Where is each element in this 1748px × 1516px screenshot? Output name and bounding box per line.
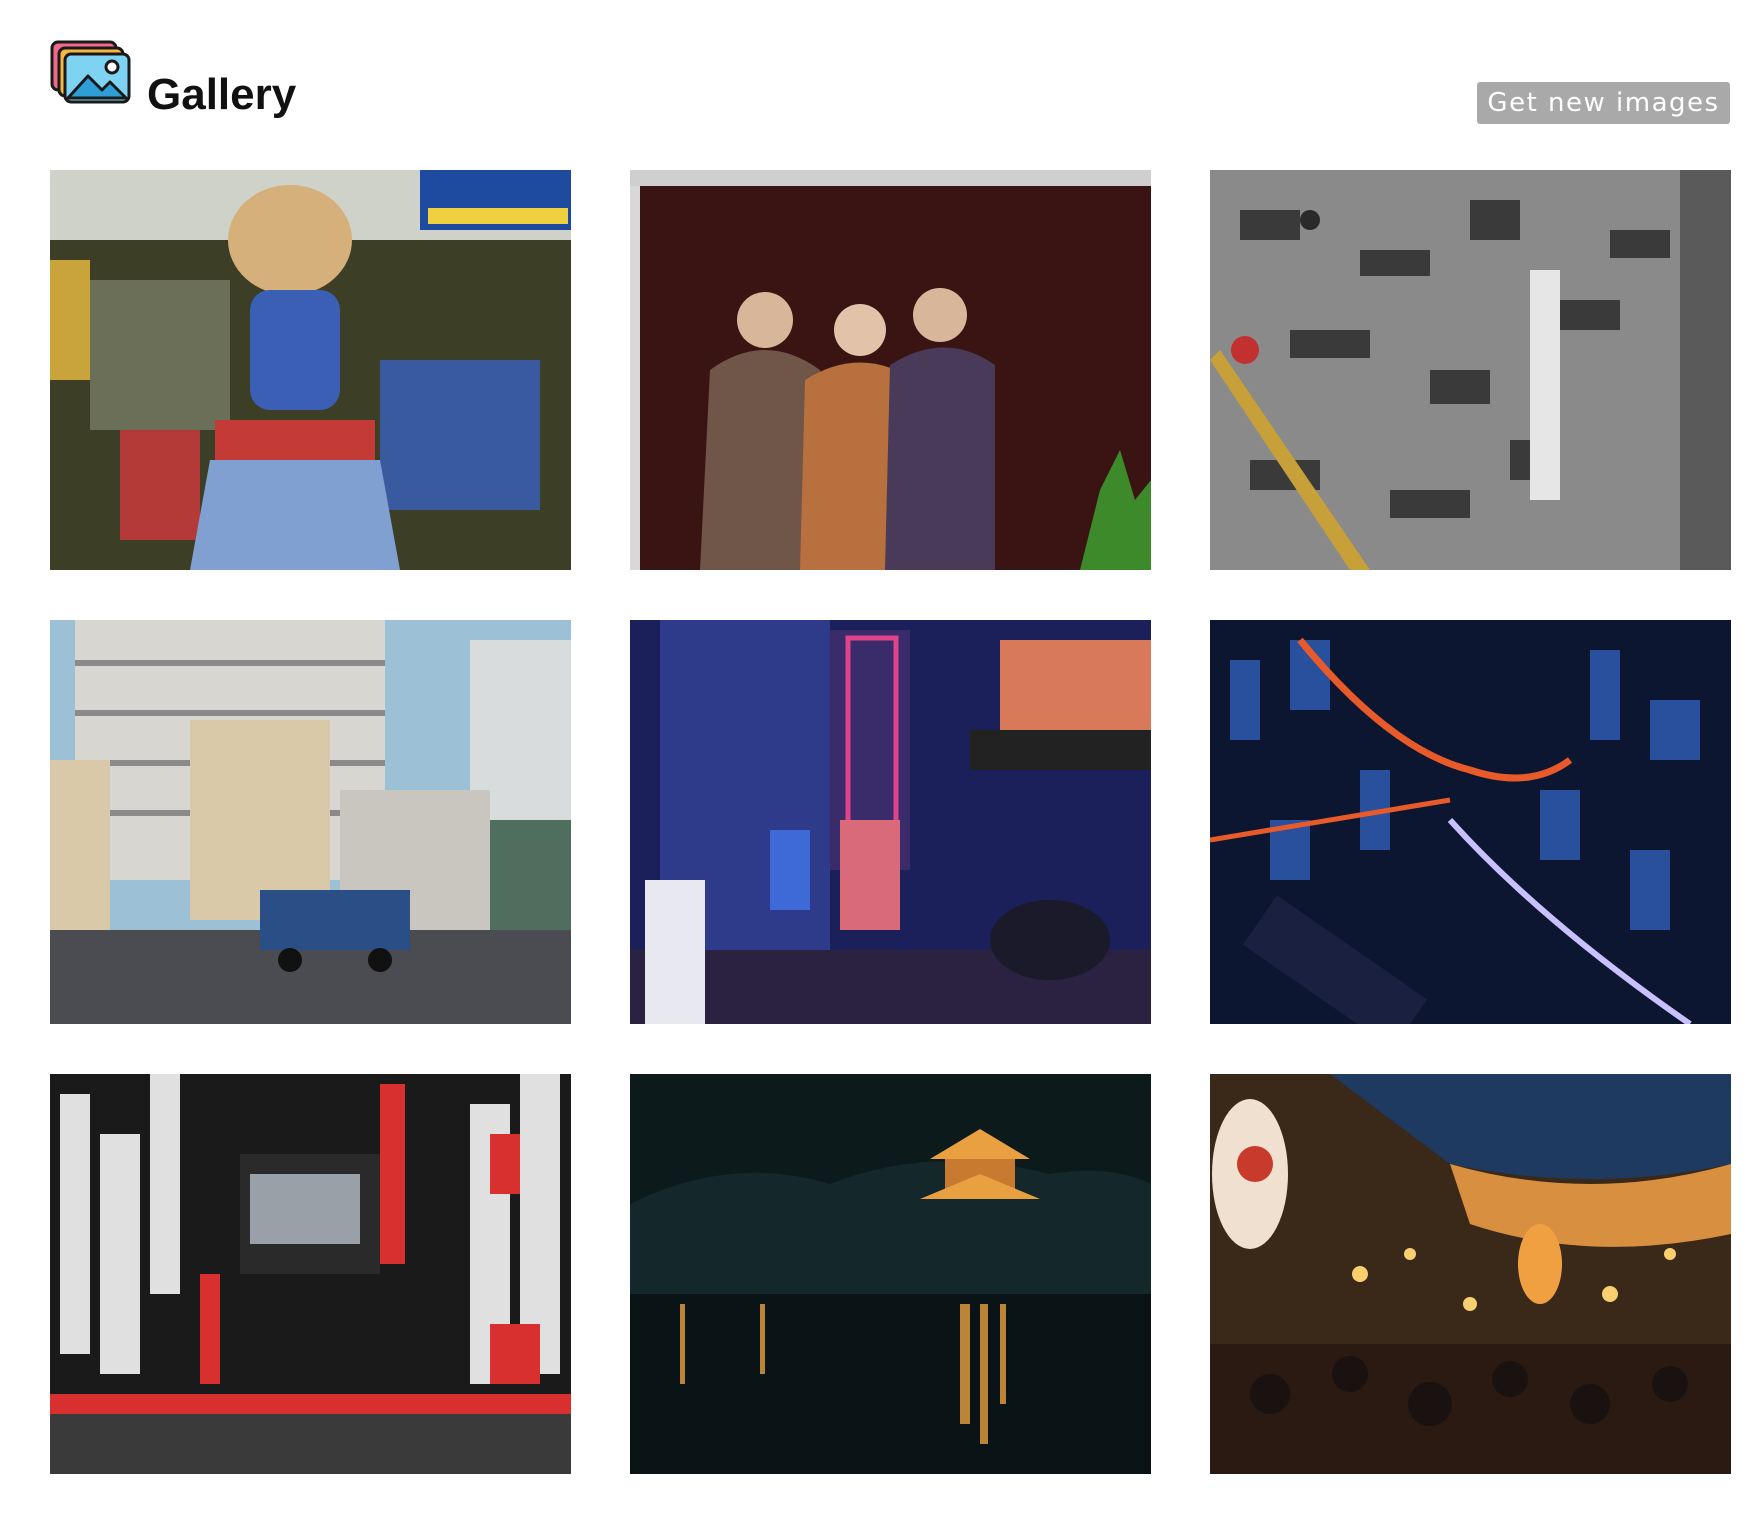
gallery-image-night-city[interactable] [1210,620,1731,1024]
gallery-image-kimono-women[interactable] [630,170,1151,570]
gallery-image-shinjuku-signs[interactable] [50,1074,571,1474]
header: Gallery Get new images [50,40,1730,130]
gallery-image-neon-alley[interactable] [630,620,1151,1024]
page-title: Gallery [147,70,297,119]
gallery-icon [50,40,132,106]
gallery-image-lantern-market[interactable] [1210,1074,1731,1474]
gallery-image-shop-mascot[interactable] [50,170,571,570]
gallery-image-tiled-plaza[interactable] [1210,170,1731,570]
gallery-image-apartment-street[interactable] [50,620,571,1024]
gallery-image-pagoda-lake[interactable] [630,1074,1151,1474]
get-new-images-button[interactable]: Get new images [1477,82,1730,124]
